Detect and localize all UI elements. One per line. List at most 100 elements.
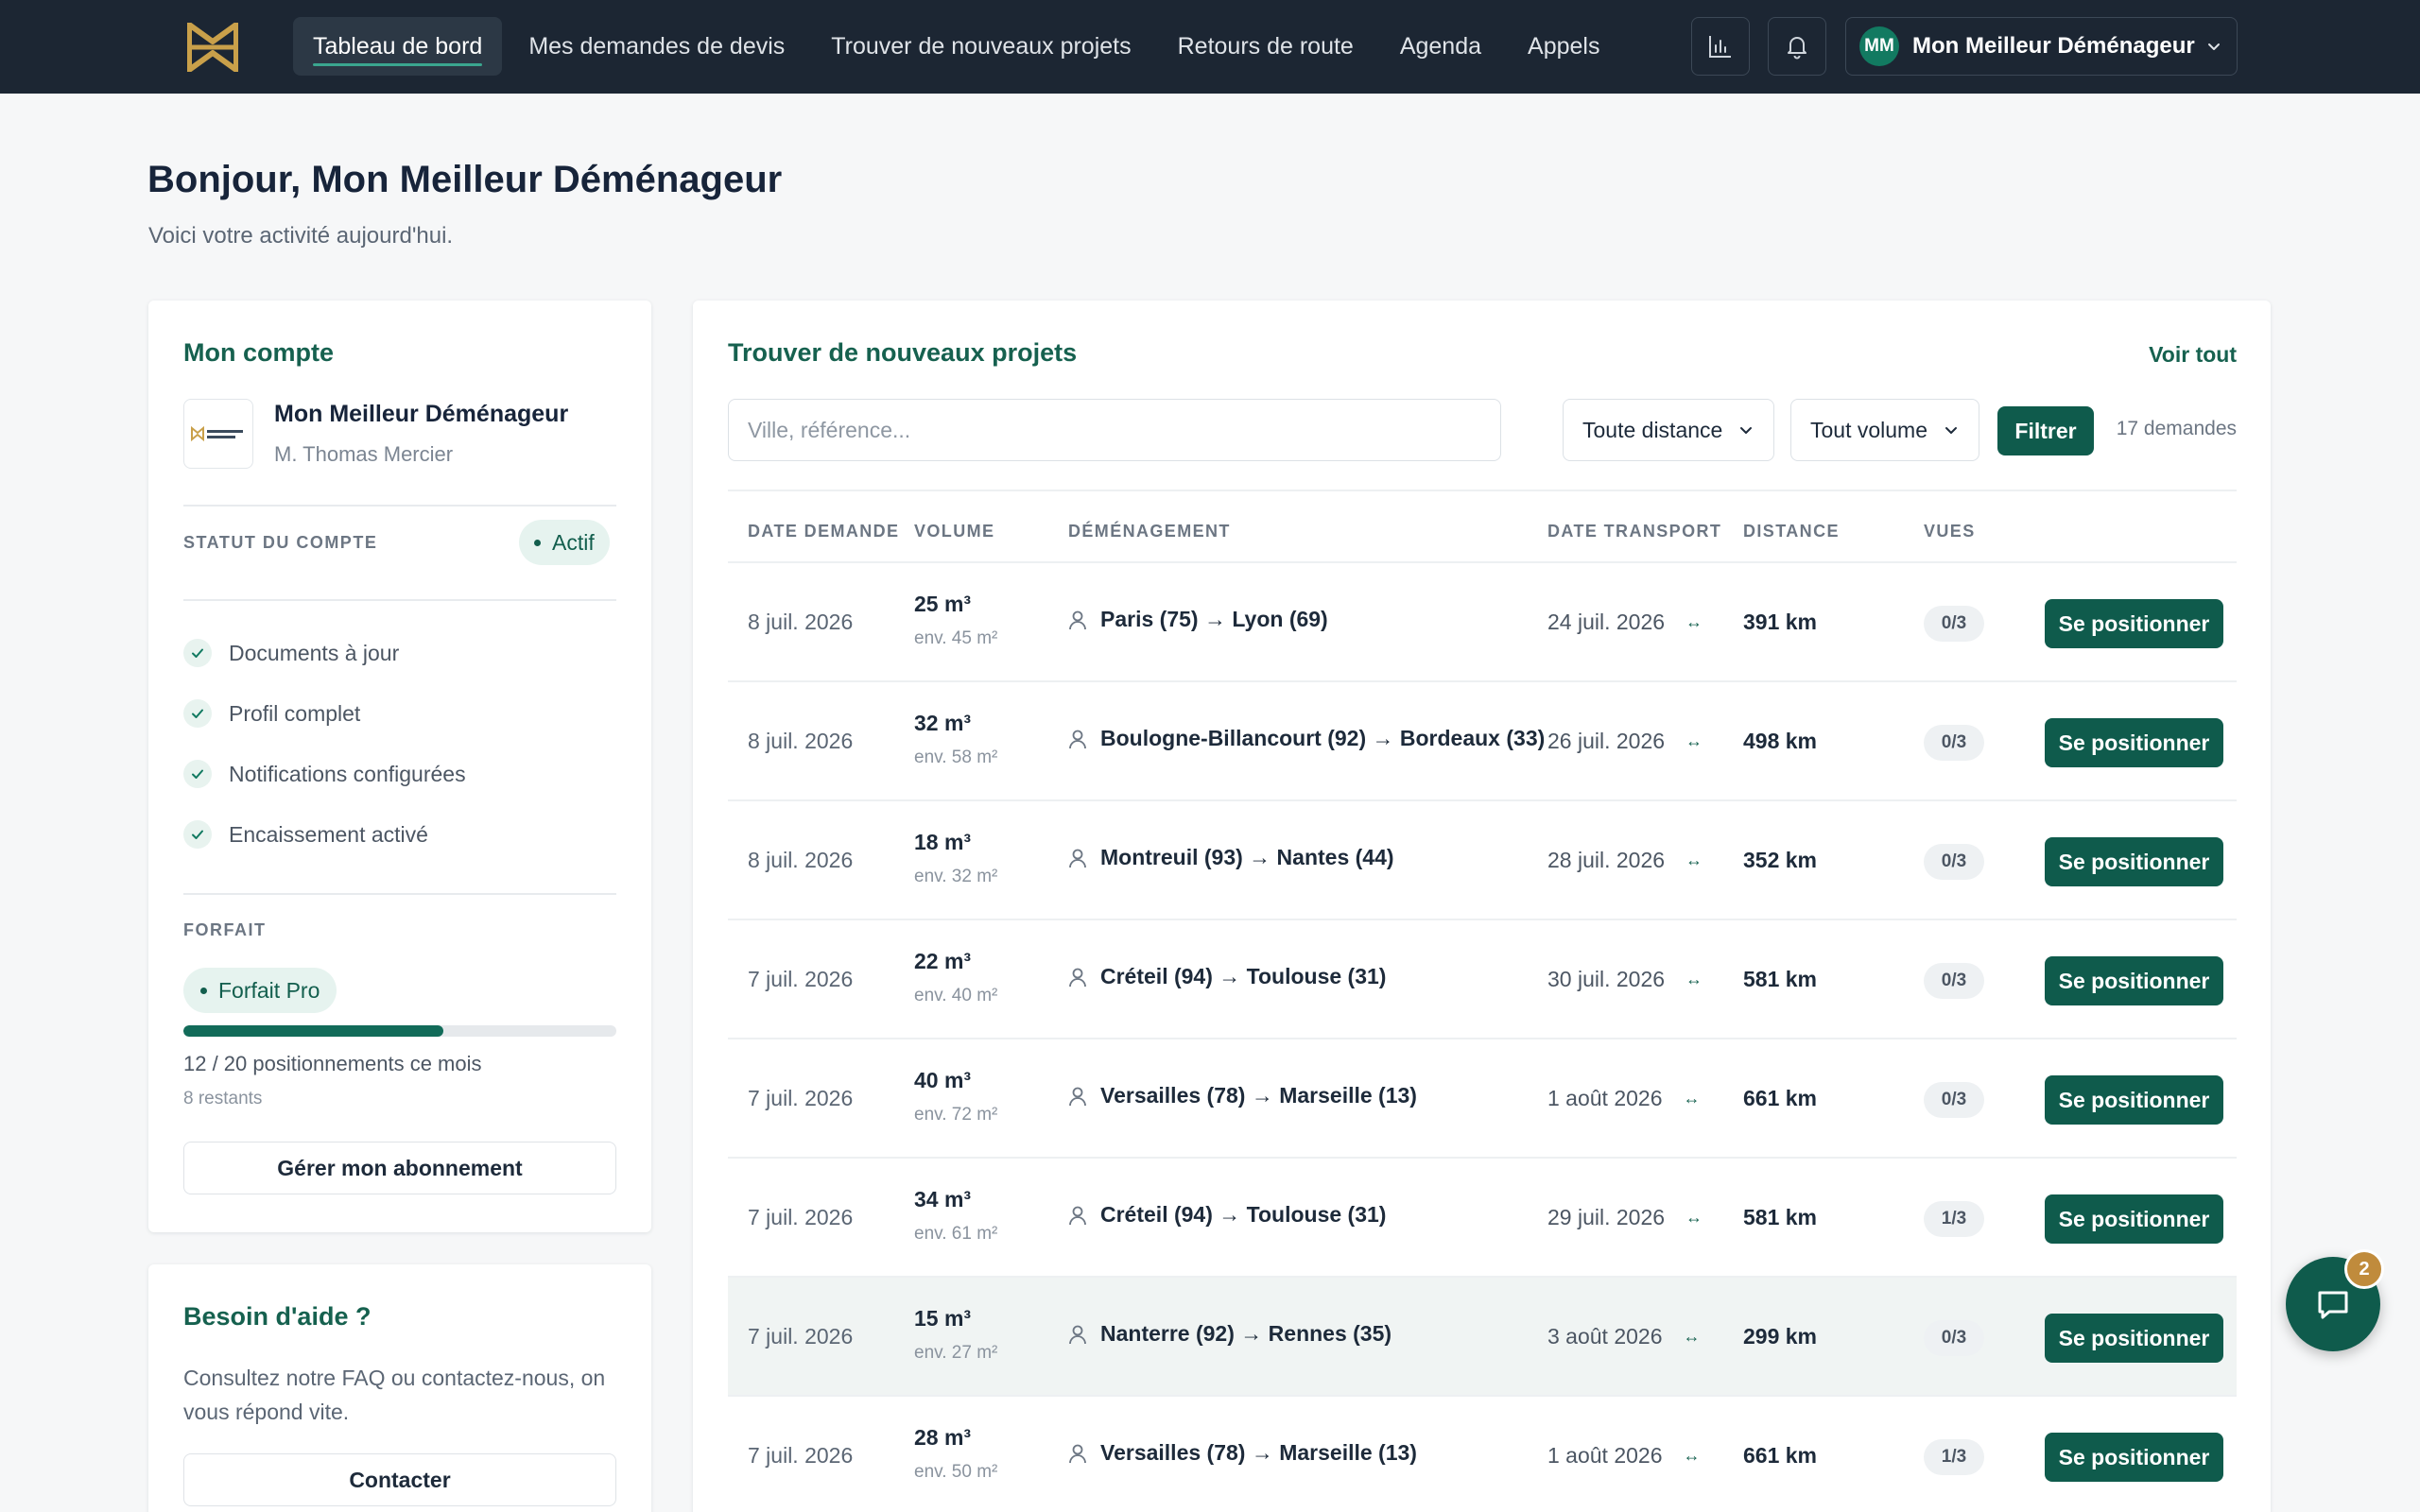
distance: 581 km: [1743, 967, 1818, 991]
transport-date: 28 juil. 2026 ↔: [1547, 848, 1703, 873]
company-logo-icon: [191, 425, 243, 442]
route-text: Paris (75) → Lyon (69): [1100, 607, 1328, 631]
move-route: Créteil (94) → Toulouse (31): [1068, 1202, 1386, 1228]
transport-date-text: 29 juil. 2026: [1547, 1205, 1666, 1229]
position-button[interactable]: Se positionner: [2045, 599, 2223, 648]
person-icon: [1069, 610, 1086, 629]
position-button[interactable]: Se positionner: [2045, 1075, 2223, 1125]
table-row[interactable]: 7 juil. 2026 28 m³ env. 50 m² Versailles (7…: [728, 1397, 2237, 1512]
transport-date-text: 1 août 2026: [1547, 1443, 1663, 1468]
column-header: VOLUME: [914, 522, 995, 541]
table-row[interactable]: 7 juil. 2026 15 m³ env. 27 m² Nanterre (92)…: [728, 1278, 2237, 1397]
transport-date: 29 juil. 2026 ↔: [1547, 1205, 1703, 1230]
user-menu[interactable]: MM Mon Meilleur Déménageur: [1845, 17, 2238, 76]
request-date: 7 juil. 2026: [748, 1205, 854, 1229]
person-icon: [1069, 730, 1086, 748]
table-header: DATE DEMANDE VOLUME DÉMÉNAGEMENT DATE TR…: [728, 490, 2237, 563]
table-row[interactable]: 7 juil. 2026 22 m³ env. 40 m² Créteil (94) …: [728, 920, 2237, 1040]
transport-date-text: 24 juil. 2026: [1547, 610, 1666, 634]
views-badge: 0/3: [1924, 1082, 1984, 1118]
distance: 661 km: [1743, 1443, 1818, 1468]
table-row[interactable]: 8 juil. 2026 18 m³ env. 32 m² Montreuil (93…: [728, 801, 2237, 920]
distance: 661 km: [1743, 1086, 1818, 1110]
account-card-title: Mon compte: [183, 338, 334, 367]
table-row[interactable]: 7 juil. 2026 40 m³ env. 72 m² Versailles (7…: [728, 1040, 2237, 1159]
bell-icon: [1788, 37, 1806, 60]
nav-retours-de-route[interactable]: Retours de route: [1158, 17, 1374, 76]
views-badge: 0/3: [1924, 606, 1984, 642]
request-date: 8 juil. 2026: [748, 610, 854, 634]
search-input[interactable]: [728, 399, 1501, 461]
nav-trouver-nouveaux-projets[interactable]: Trouver de nouveaux projets: [811, 17, 1150, 76]
column-header: DATE TRANSPORT: [1547, 522, 1722, 541]
table-row[interactable]: 8 juil. 2026 32 m³ env. 58 m² Boulogne-Bill…: [728, 682, 2237, 801]
nav-appels[interactable]: Appels: [1508, 17, 1619, 76]
chat-unread-badge: 2: [2344, 1249, 2384, 1289]
distance-select[interactable]: Toute distance: [1563, 399, 1775, 461]
contact-button[interactable]: Contacter: [183, 1453, 616, 1506]
flexible-date-icon: ↔: [1685, 612, 1703, 631]
move-route: Versailles (78) → Marseille (13): [1068, 1083, 1417, 1108]
chat-bubble-icon: [2318, 1291, 2348, 1319]
table-row[interactable]: 7 juil. 2026 34 m³ env. 61 m² Créteil (94) …: [728, 1159, 2237, 1278]
request-date: 7 juil. 2026: [748, 1324, 854, 1349]
volume: 32 m³: [914, 711, 972, 735]
stats-button[interactable]: [1691, 17, 1750, 76]
see-all-link[interactable]: Voir tout: [2149, 342, 2237, 368]
column-header: VUES: [1924, 522, 1976, 541]
transport-date-text: 30 juil. 2026: [1547, 967, 1666, 991]
table-row[interactable]: 8 juil. 2026 25 m³ env. 45 m² Paris (75) → …: [728, 563, 2237, 682]
surface: env. 50 m²: [914, 1462, 998, 1482]
distance: 391 km: [1743, 610, 1818, 634]
projects-card-title: Trouver de nouveaux projets: [728, 338, 1078, 367]
brand-logo[interactable]: [186, 22, 239, 73]
check-icon: [183, 639, 212, 667]
help-card: Besoin d'aide ? Consultez notre FAQ ou c…: [148, 1264, 651, 1512]
position-button[interactable]: Se positionner: [2045, 1194, 2223, 1244]
nav-mes-demandes-de-devis[interactable]: Mes demandes de devis: [509, 17, 804, 76]
surface: env. 61 m²: [914, 1224, 998, 1244]
nav-tableau-de-bord[interactable]: Tableau de bord: [293, 17, 503, 76]
user-name: Mon Meilleur Déménageur: [1912, 33, 2195, 59]
checklist-label: Encaissement activé: [229, 821, 428, 847]
person-icon: [1069, 968, 1086, 987]
divider: [183, 599, 616, 601]
route-text: Montreuil (93) → Nantes (44): [1100, 845, 1394, 869]
position-button[interactable]: Se positionner: [2045, 718, 2223, 767]
notifications-button[interactable]: [1768, 17, 1826, 76]
distance: 352 km: [1743, 848, 1818, 872]
views-badge: 0/3: [1924, 963, 1984, 999]
status-badge: Actif: [519, 520, 610, 565]
remaining-text: 8 restants: [183, 1089, 263, 1108]
manage-subscription-button[interactable]: Gérer mon abonnement: [183, 1142, 616, 1194]
transport-date: 3 août 2026 ↔: [1547, 1324, 1701, 1349]
position-button[interactable]: Se positionner: [2045, 1433, 2223, 1482]
checklist-item: Notifications configurées: [183, 760, 466, 788]
filter-button[interactable]: Filtrer: [1997, 406, 2094, 455]
chevron-down-icon: [1740, 427, 1753, 434]
company-logo: [183, 399, 253, 469]
volume: 15 m³: [914, 1306, 972, 1331]
surface: env. 72 m²: [914, 1105, 998, 1125]
transport-date: 24 juil. 2026 ↔: [1547, 610, 1703, 635]
nav-agenda[interactable]: Agenda: [1380, 17, 1501, 76]
flexible-date-icon: ↔: [1685, 731, 1703, 750]
company-name: Mon Meilleur Déménageur: [274, 401, 569, 427]
table-body: 8 juil. 2026 25 m³ env. 45 m² Paris (75) → …: [728, 563, 2237, 1512]
status-text: Actif: [552, 529, 595, 555]
distance: 299 km: [1743, 1324, 1818, 1349]
move-route: Créteil (94) → Toulouse (31): [1068, 964, 1386, 989]
volume: 34 m³: [914, 1187, 972, 1211]
transport-date: 26 juil. 2026 ↔: [1547, 729, 1703, 754]
checklist-label: Notifications configurées: [229, 761, 466, 786]
flexible-date-icon: ↔: [1685, 1208, 1703, 1227]
status-label: STATUT DU COMPTE: [183, 533, 378, 552]
volume-select[interactable]: Tout volume: [1790, 399, 1980, 461]
position-button[interactable]: Se positionner: [2045, 956, 2223, 1005]
plan-badge: Forfait Pro: [183, 968, 337, 1013]
position-button[interactable]: Se positionner: [2045, 837, 2223, 886]
volume: 40 m³: [914, 1068, 972, 1092]
position-button[interactable]: Se positionner: [2045, 1314, 2223, 1363]
check-icon: [183, 820, 212, 849]
request-date: 8 juil. 2026: [748, 729, 854, 753]
